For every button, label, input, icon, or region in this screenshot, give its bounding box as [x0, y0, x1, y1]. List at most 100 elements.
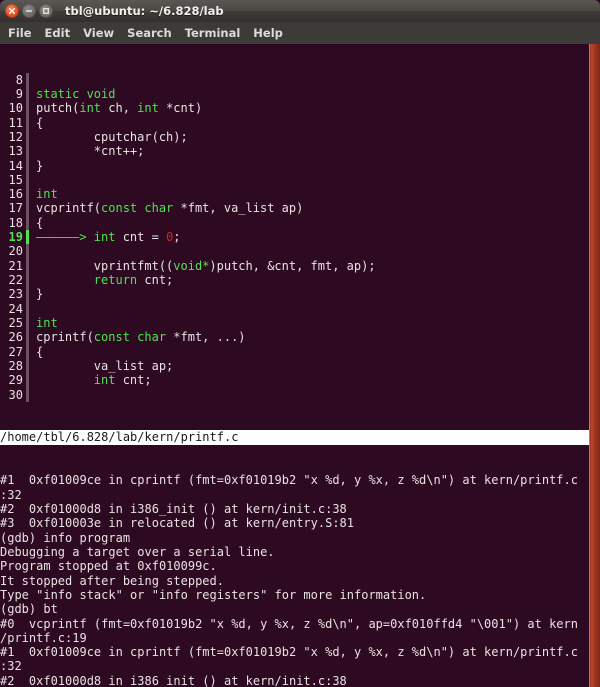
gdb-output-line: #3 0xf010003e in relocated () at kern/en…: [0, 516, 355, 531]
source-gutter-separator: [26, 72, 29, 87]
source-gutter-separator: [26, 387, 29, 402]
source-line-number: 13: [8, 144, 23, 159]
source-line-number: 27: [8, 344, 23, 359]
source-line-number: 18: [8, 215, 23, 230]
source-line: 26 cprintf(const char *fmt, ...): [0, 330, 589, 345]
source-line: 12 cputchar(ch);: [0, 129, 589, 145]
source-line: 15: [0, 172, 589, 188]
terminal-body[interactable]: 8 9 static void 10 putch(int ch, int *cnt) 11…: [0, 44, 600, 687]
source-line: 14}: [0, 158, 589, 173]
gdb-output-line: #2 0xf01000d8 in i386_init () at kern/in…: [0, 502, 347, 516]
source-line-number: 25: [8, 315, 23, 330]
menu-item-view[interactable]: View: [83, 26, 114, 40]
source-line: 11 {: [0, 115, 589, 130]
window-title: tbl@ubuntu: ~/6.828/lab: [65, 4, 224, 18]
menu-item-help[interactable]: Help: [253, 26, 283, 40]
source-line-code: }: [36, 287, 44, 302]
source-line-code: int: [36, 315, 58, 330]
source-line-code: int: [36, 187, 58, 202]
source-line-number: 22: [8, 273, 23, 287]
source-line: 10 putch(int ch, int *cnt): [0, 101, 589, 116]
source-line: 30: [0, 387, 589, 402]
source-line: 20: [0, 244, 589, 259]
source-line-code: putch(int ch, int *cnt): [36, 101, 203, 116]
menu-bar: File Edit View Search Terminal Help: [0, 22, 600, 44]
gdb-command-output: #1 0xf01009ce in cprintf (fmt=0xf01019b2…: [0, 473, 589, 687]
source-line: 18 {: [0, 215, 589, 231]
terminal-scrollbar[interactable]: [589, 44, 600, 687]
source-line-number: 15: [8, 172, 23, 187]
source-line: 16 int: [0, 187, 589, 202]
gdb-output-line: #1 0xf01009ce in cprintf (fmt=0xf01019b2…: [0, 645, 578, 660]
terminal-window: tbl@ubuntu: ~/6.828/lab File Edit View S…: [0, 0, 600, 687]
source-line: 23}: [0, 287, 589, 302]
source-line-code: {: [36, 344, 44, 359]
source-line-code: return cnt;: [93, 273, 174, 287]
source-line: 29 int cnt;: [0, 373, 589, 388]
source-line-number: 23: [8, 287, 23, 302]
source-line-code: cputchar(ch);: [36, 129, 188, 144]
source-line-number: 12: [8, 129, 23, 144]
gdb-output-line: Type "info stack" or "info registers" fo…: [0, 587, 427, 602]
source-line-code: static void: [36, 86, 116, 101]
source-line: 9 static void: [0, 86, 589, 102]
source-line: 21 vprintfmt((void*)putch, &cnt, fmt, ap…: [0, 258, 589, 273]
gdb-output-line: (gdb) bt: [0, 602, 58, 617]
source-line-number: 19: [8, 230, 23, 245]
source-line-code: }: [36, 158, 44, 173]
source-line: 22 return cnt;: [0, 273, 589, 288]
source-line-number: 24: [8, 301, 23, 316]
menu-item-terminal[interactable]: Terminal: [185, 26, 241, 40]
source-line-code: int cnt;: [93, 373, 152, 388]
source-line-code: vprintfmt((void*)putch, &cnt, fmt, ap);: [36, 258, 376, 273]
menu-item-edit[interactable]: Edit: [45, 26, 71, 40]
title-bar: tbl@ubuntu: ~/6.828/lab: [0, 0, 600, 22]
source-line-number: 28: [8, 358, 23, 373]
source-line-number: 30: [8, 387, 23, 402]
source-line-number: 14: [8, 158, 23, 173]
source-line-code: va_list ap;: [36, 358, 174, 373]
gdb-output-line: #1 0xf01009ce in cprintf (fmt=0xf01019b2…: [0, 473, 578, 488]
source-gutter-separator: [26, 301, 29, 316]
source-line-code: *cnt++;: [36, 144, 145, 159]
gdb-output-line: #2 0xf01000d8 in i386_init () at kern/in…: [0, 673, 347, 687]
gdb-source-pane: 8 9 static void 10 putch(int ch, int *cnt) 11…: [0, 72, 589, 402]
source-line: 13 *cnt++;: [0, 144, 589, 159]
source-line: 8: [0, 72, 589, 87]
close-button[interactable]: [5, 4, 19, 18]
source-line-number: 20: [8, 244, 23, 259]
source-line-code: {: [36, 215, 44, 230]
source-line-number: 26: [8, 330, 23, 345]
gdb-output-line: (gdb) info program: [0, 530, 131, 545]
gdb-output-line: Debugging a target over a serial line.: [0, 544, 275, 559]
gdb-output-line: :32: [0, 487, 22, 502]
source-line-number: 11: [8, 115, 23, 130]
source-line-code: ——————> int cnt = 0;: [36, 230, 181, 245]
maximize-button[interactable]: [39, 4, 53, 18]
source-line-code: vcprintf(const char *fmt, va_list ap): [36, 201, 304, 216]
source-line: 28 va_list ap;: [0, 358, 589, 374]
menu-item-search[interactable]: Search: [127, 26, 172, 40]
source-line: 19 ——————> int cnt = 0;: [0, 230, 589, 245]
source-line-number: 17: [8, 201, 23, 216]
source-line-code: cprintf(const char *fmt, ...): [36, 330, 246, 345]
source-line-number: 21: [8, 258, 23, 273]
source-line: 17 vcprintf(const char *fmt, va_list ap): [0, 201, 589, 216]
source-line-number: 8: [15, 72, 23, 87]
scrollbar-thumb[interactable]: [591, 44, 600, 687]
source-line: 25 int: [0, 315, 589, 331]
gdb-output-line: /printf.c:19: [0, 630, 87, 645]
current-line-arrow-icon: ——————>: [36, 230, 94, 245]
gdb-output-line: It stopped after being stepped.: [0, 573, 224, 588]
source-line: 24: [0, 301, 589, 316]
gdb-output-line: #0 vcprintf (fmt=0xf01019b2 "x %d, y %x,…: [0, 616, 578, 631]
source-line-number: 29: [8, 373, 23, 388]
source-line-number: 10: [8, 101, 23, 116]
source-line: 27 {: [0, 344, 589, 359]
source-gutter-separator: [26, 172, 29, 188]
source-gutter-separator: [26, 244, 29, 259]
minimize-button[interactable]: [22, 4, 36, 18]
source-line-code: {: [36, 115, 44, 130]
menu-item-file[interactable]: File: [8, 26, 32, 40]
source-file-status-bar: /home/tbl/6.828/lab/kern/printf.c: [0, 430, 589, 445]
